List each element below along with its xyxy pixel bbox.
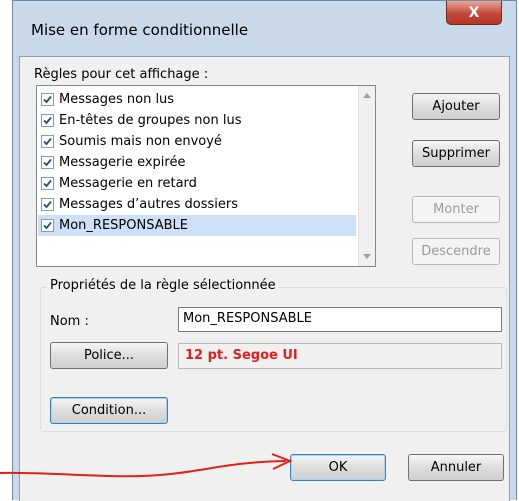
list-item[interactable]: Messagerie en retard [38, 173, 356, 194]
rules-label: Règles pour cet affichage : [34, 67, 209, 82]
list-item-label: Messagerie expirée [59, 155, 186, 170]
ok-button[interactable]: OK [290, 454, 386, 481]
checkbox-checked-icon[interactable] [41, 156, 54, 169]
list-item[interactable]: Messages d’autres dossiers [38, 194, 356, 215]
checkbox-checked-icon[interactable] [41, 93, 54, 106]
annotation-arrow [0, 453, 293, 478]
list-item-label: Mon_RESPONSABLE [59, 218, 188, 233]
checkbox-checked-icon[interactable] [41, 219, 54, 232]
dialog-client-area: Règles pour cet affichage : Messages non… [19, 56, 510, 501]
checkbox-checked-icon[interactable] [41, 135, 54, 148]
list-item[interactable]: Messages non lus [38, 89, 356, 110]
list-item-label: En-têtes de groupes non lus [59, 113, 242, 128]
list-item[interactable]: Messagerie expirée [38, 152, 356, 173]
rules-list[interactable]: Messages non lus En-têtes de groupes non… [36, 85, 376, 267]
close-button[interactable]: X [446, 1, 502, 25]
checkbox-checked-icon[interactable] [41, 177, 54, 190]
delete-button[interactable]: Supprimer [412, 140, 500, 167]
group-title: Propriétés de la règle sélectionnée [47, 278, 279, 293]
name-input[interactable]: Mon_RESPONSABLE [178, 307, 502, 332]
font-preview: 12 pt. Segoe UI [178, 343, 502, 369]
list-item-label: Messages non lus [59, 92, 175, 107]
window-title: Mise en forme conditionnelle [31, 21, 249, 39]
move-up-button[interactable]: Monter [412, 196, 500, 223]
list-item-label: Messagerie en retard [59, 176, 197, 191]
scroll-down-icon[interactable] [363, 254, 371, 259]
list-item[interactable]: En-têtes de groupes non lus [38, 110, 356, 131]
list-item-label: Soumis mais non envoyé [59, 134, 222, 149]
scroll-up-icon[interactable] [363, 93, 371, 98]
condition-button[interactable]: Condition... [50, 397, 168, 424]
list-scrollbar[interactable] [358, 86, 375, 266]
dialog-window: Mise en forme conditionnelle X Règles po… [12, 0, 517, 501]
cancel-button[interactable]: Annuler [408, 454, 504, 481]
list-item-label: Messages d’autres dossiers [59, 197, 239, 212]
move-down-button[interactable]: Descendre [412, 238, 500, 265]
name-label: Nom : [50, 314, 89, 329]
list-item[interactable]: Soumis mais non envoyé [38, 131, 356, 152]
checkbox-checked-icon[interactable] [41, 114, 54, 127]
checkbox-checked-icon[interactable] [41, 198, 54, 211]
close-icon: X [468, 4, 480, 21]
add-button[interactable]: Ajouter [412, 93, 500, 120]
list-item-selected[interactable]: Mon_RESPONSABLE [38, 215, 356, 236]
font-button[interactable]: Police... [50, 342, 168, 369]
